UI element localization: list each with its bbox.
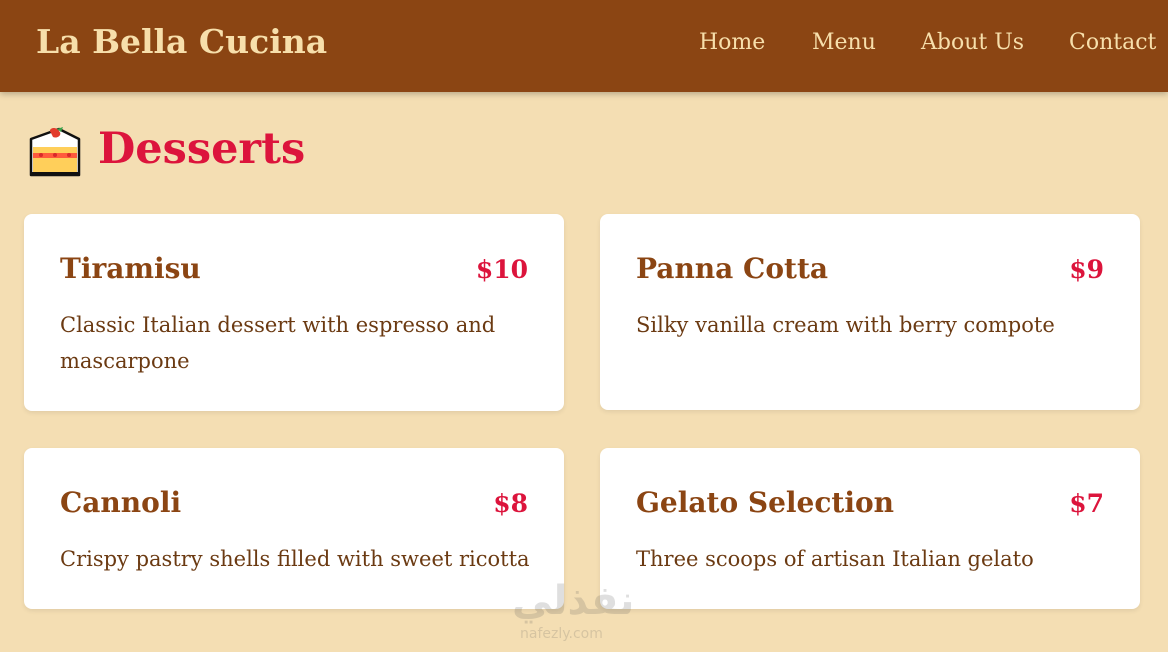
menu-item-card[interactable]: Cannoli $8 Crispy pastry shells filled w… (24, 448, 564, 609)
nav-contact[interactable]: Contact (1069, 30, 1156, 55)
nav-menu[interactable]: Menu (812, 30, 876, 55)
cake-slice-icon (29, 127, 81, 177)
item-price: $7 (1069, 489, 1104, 518)
item-description: Silky vanilla cream with berry compote (636, 313, 1055, 337)
item-description: Crispy pastry shells filled with sweet r… (60, 547, 530, 571)
item-price: $9 (1069, 255, 1104, 284)
item-name: Panna Cotta (636, 252, 829, 285)
item-price: $8 (493, 489, 528, 518)
menu-item-card[interactable]: Panna Cotta $9 Silky vanilla cream with … (600, 214, 1140, 410)
item-price: $10 (475, 255, 528, 284)
item-description: Three scoops of artisan Italian gelato (636, 547, 1034, 571)
nav-home[interactable]: Home (699, 30, 765, 55)
item-name: Tiramisu (60, 252, 201, 285)
menu-item-card[interactable]: Gelato Selection $7 Three scoops of arti… (600, 448, 1140, 609)
watermark-subtext: nafezly.com (520, 626, 603, 642)
watermark-text: نفذلي (512, 578, 635, 624)
section-title: Desserts (98, 124, 306, 174)
item-name: Gelato Selection (636, 486, 895, 519)
menu-item-card[interactable]: Tiramisu $10 Classic Italian dessert wit… (24, 214, 564, 411)
main-nav: Home Menu About Us Contact (0, 30, 1168, 60)
item-description: Classic Italian dessert with espresso an… (60, 313, 496, 373)
watermark: نفذلي nafezly.com (512, 578, 662, 648)
item-name: Cannoli (60, 486, 182, 519)
nav-about-us[interactable]: About Us (921, 30, 1024, 55)
site-header: La Bella Cucina Home Menu About Us Conta… (0, 0, 1168, 92)
